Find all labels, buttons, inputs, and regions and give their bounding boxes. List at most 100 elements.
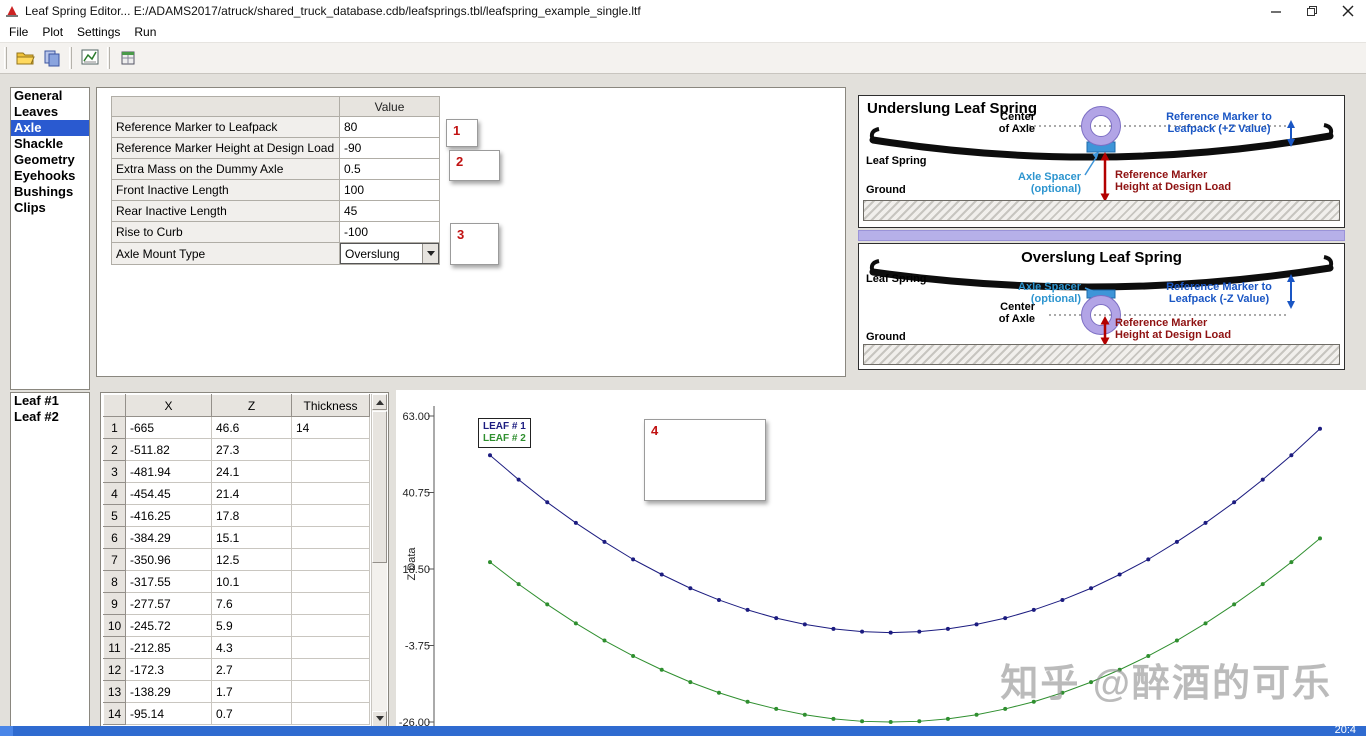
leaves-item-leaf-2[interactable]: Leaf #2 — [11, 409, 89, 425]
row-number[interactable]: 3 — [103, 460, 126, 483]
cell-x[interactable]: -245.72 — [125, 614, 212, 637]
axle-mount-combo[interactable]: Overslung — [339, 242, 440, 265]
row-number[interactable]: 7 — [103, 548, 126, 571]
cell-thickness[interactable] — [291, 526, 370, 549]
open-file-button[interactable] — [11, 45, 38, 71]
cell-thickness[interactable] — [291, 460, 370, 483]
sidebar-item-leaves[interactable]: Leaves — [11, 104, 89, 120]
cell-x[interactable]: -350.96 — [125, 548, 212, 571]
minimize-button[interactable] — [1258, 0, 1294, 22]
taskbar[interactable]: 20:4 — [0, 724, 1366, 736]
cell-x[interactable]: -172.3 — [125, 658, 212, 681]
cell-thickness[interactable] — [291, 636, 370, 659]
cell-x[interactable]: -277.57 — [125, 592, 212, 615]
column-header-x[interactable]: X — [125, 394, 212, 417]
row-number[interactable]: 1 — [103, 416, 126, 439]
menu-plot[interactable]: Plot — [37, 23, 72, 41]
cell-thickness[interactable] — [291, 504, 370, 527]
cell-x[interactable]: -481.94 — [125, 460, 212, 483]
sidebar-item-bushings[interactable]: Bushings — [11, 184, 89, 200]
row-number[interactable]: 5 — [103, 504, 126, 527]
sidebar-item-general[interactable]: General — [11, 88, 89, 104]
cell-z[interactable]: 0.7 — [211, 702, 292, 725]
table-button[interactable] — [114, 45, 141, 71]
cell-x[interactable]: -511.82 — [125, 438, 212, 461]
column-header-thickness[interactable]: Thickness — [291, 394, 370, 417]
cell-z[interactable]: 4.3 — [211, 636, 292, 659]
row-number[interactable]: 4 — [103, 482, 126, 505]
plot-button[interactable] — [76, 45, 103, 71]
sidebar-item-clips[interactable]: Clips — [11, 200, 89, 216]
cell-x[interactable]: -454.45 — [125, 482, 212, 505]
cell-z[interactable]: 1.7 — [211, 680, 292, 703]
scrollbar-thumb[interactable] — [372, 411, 387, 563]
row-number[interactable]: 2 — [103, 438, 126, 461]
sidebar-item-geometry[interactable]: Geometry — [11, 152, 89, 168]
menu-file[interactable]: File — [4, 23, 37, 41]
prop-value-rise-to-curb[interactable]: -100 — [339, 221, 440, 243]
scroll-up-button[interactable] — [372, 394, 387, 410]
points-row: 6 -384.29 15.1 — [103, 526, 370, 549]
save-button[interactable] — [38, 45, 65, 71]
prop-value-extra-mass-on-the-dummy-axle[interactable]: 0.5 — [339, 158, 440, 180]
points-scrollbar[interactable] — [371, 394, 387, 728]
row-number[interactable]: 9 — [103, 592, 126, 615]
row-number[interactable]: 11 — [103, 636, 126, 659]
cell-x[interactable]: -212.85 — [125, 636, 212, 659]
menu-settings[interactable]: Settings — [72, 23, 129, 41]
cell-z[interactable]: 17.8 — [211, 504, 292, 527]
prop-value-reference-marker-to-leafpack[interactable]: 80 — [339, 116, 440, 138]
cell-z[interactable]: 15.1 — [211, 526, 292, 549]
sidebar-item-shackle[interactable]: Shackle — [11, 136, 89, 152]
point-marker — [488, 560, 492, 565]
row-number[interactable]: 6 — [103, 526, 126, 549]
row-number[interactable]: 12 — [103, 658, 126, 681]
table-icon — [121, 51, 134, 65]
cell-thickness[interactable] — [291, 702, 370, 725]
cell-thickness[interactable] — [291, 438, 370, 461]
cell-x[interactable]: -665 — [125, 416, 212, 439]
sidebar-item-axle[interactable]: Axle — [11, 120, 89, 136]
row-number[interactable]: 8 — [103, 570, 126, 593]
cell-z[interactable]: 46.6 — [211, 416, 292, 439]
cell-thickness[interactable] — [291, 570, 370, 593]
cell-thickness[interactable] — [291, 680, 370, 703]
cell-z[interactable]: 7.6 — [211, 592, 292, 615]
prop-value-reference-marker-height-at-design-load[interactable]: -90 — [339, 137, 440, 159]
cell-z[interactable]: 5.9 — [211, 614, 292, 637]
cell-z[interactable]: 21.4 — [211, 482, 292, 505]
column-header-z[interactable]: Z — [211, 394, 292, 417]
maximize-button[interactable] — [1294, 0, 1330, 22]
cell-thickness[interactable] — [291, 548, 370, 571]
cell-thickness[interactable]: 14 — [291, 416, 370, 439]
combo-dropdown-button[interactable] — [422, 244, 438, 263]
cell-thickness[interactable] — [291, 482, 370, 505]
cell-thickness[interactable] — [291, 592, 370, 615]
row-number[interactable]: 13 — [103, 680, 126, 703]
cell-thickness[interactable] — [291, 614, 370, 637]
prop-value-front-inactive-length[interactable]: 100 — [339, 179, 440, 201]
cell-x[interactable]: -384.29 — [125, 526, 212, 549]
cell-z[interactable]: 12.5 — [211, 548, 292, 571]
points-row: 8 -317.55 10.1 — [103, 570, 370, 593]
sidebar-item-eyehooks[interactable]: Eyehooks — [11, 168, 89, 184]
points-row: 11 -212.85 4.3 — [103, 636, 370, 659]
cell-z[interactable]: 10.1 — [211, 570, 292, 593]
properties-table: Value Reference Marker to Leafpack 80 Refe… — [111, 96, 440, 265]
cell-z[interactable]: 24.1 — [211, 460, 292, 483]
menu-run[interactable]: Run — [129, 23, 165, 41]
row-number[interactable]: 14 — [103, 702, 126, 725]
leaves-item-leaf-1[interactable]: Leaf #1 — [11, 393, 89, 409]
cell-x[interactable]: -416.25 — [125, 504, 212, 527]
cell-x[interactable]: -138.29 — [125, 680, 212, 703]
prop-value-rear-inactive-length[interactable]: 45 — [339, 200, 440, 222]
cell-x[interactable]: -95.14 — [125, 702, 212, 725]
cell-thickness[interactable] — [291, 658, 370, 681]
row-number[interactable]: 10 — [103, 614, 126, 637]
cell-z[interactable]: 2.7 — [211, 658, 292, 681]
cell-z[interactable]: 27.3 — [211, 438, 292, 461]
start-button[interactable] — [0, 726, 13, 736]
cell-x[interactable]: -317.55 — [125, 570, 212, 593]
close-button[interactable] — [1330, 0, 1366, 22]
scroll-down-button[interactable] — [372, 711, 387, 727]
